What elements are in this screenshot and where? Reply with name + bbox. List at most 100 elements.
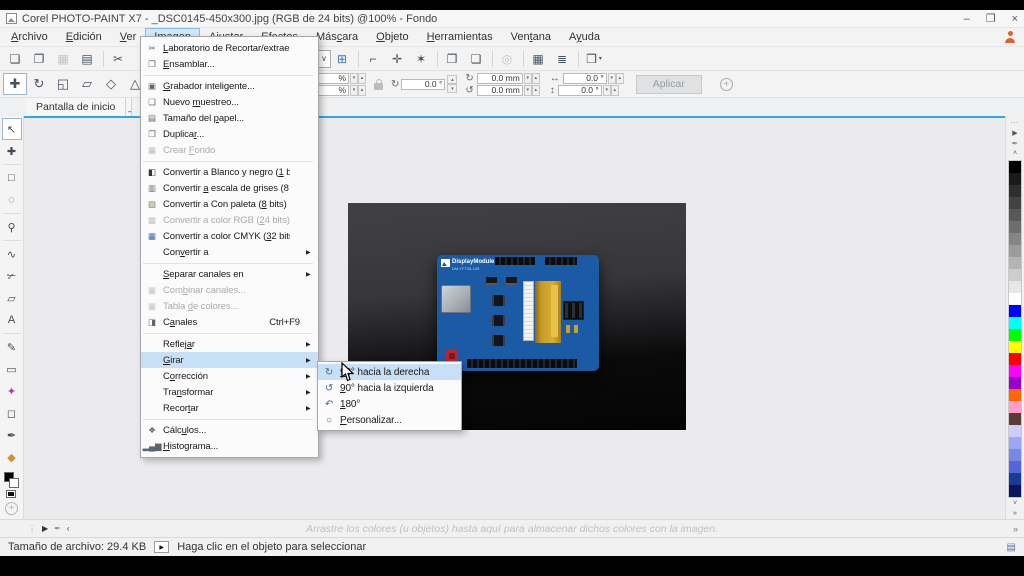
cut-icon[interactable]: ✂ [107,49,131,69]
toolbar-icon[interactable] [103,51,104,67]
menu-herramientas[interactable]: Herramientas [418,28,502,46]
girar-submenu-item[interactable]: ○ Personalizar... [318,412,461,428]
import-image-icon[interactable]: ❏ [465,49,489,69]
menu-ayuda[interactable]: Ayuda [560,28,609,46]
background-color-swatch[interactable] [9,478,19,488]
imagen-menu-item[interactable]: ▦ Convertir a color CMYK (32 bits) [141,228,318,244]
toolbox-tool[interactable] [3,213,21,214]
imagen-menu-item[interactable]: ◨ Canales Ctrl+F9 [141,314,318,330]
imagen-menu-item[interactable]: ❖ Cálculos... [141,422,318,438]
image-palette-more-icon[interactable]: » [1013,524,1018,534]
center-x-spinner[interactable]: ▾▴ [524,73,540,84]
imagen-menu-item[interactable]: ❒ Ensamblar... [141,56,318,72]
imagen-menu-item[interactable]: Reflejar ▶ [141,336,318,352]
palette-swatch[interactable] [1009,461,1021,473]
palette-swatch[interactable] [1009,221,1021,233]
new-document-icon[interactable]: ❏ [4,49,28,69]
document-tab[interactable]: Pantalla de inicio [26,98,126,116]
palette-swatch[interactable] [1009,425,1021,437]
palette-grip[interactable]: ⋯ [1011,117,1020,128]
imagen-menu-item[interactable]: ✂ Laboratorio de Recortar/extraer... [141,40,318,56]
toolbar-icon[interactable] [437,51,438,67]
imagen-menu-item[interactable]: ❏ Nuevo muestreo... [141,94,318,110]
palette-scroll-up[interactable]: ˄ [1013,149,1017,160]
skew-vertical-spinner[interactable]: ▾▴ [603,85,619,96]
palette-swatch[interactable] [1009,473,1021,485]
show-guides-icon[interactable]: ✛ [386,49,410,69]
palette-swatch[interactable] [1009,389,1021,401]
imagen-menu-item[interactable]: ▦ Combinar canales... [141,282,318,298]
magic-wand-icon[interactable]: ✶ [410,49,434,69]
zoom-100-icon[interactable]: ⊞ [331,49,355,69]
imagen-menu-item[interactable]: Girar ▶ [141,352,318,368]
palette-swatch[interactable] [1009,173,1021,185]
girar-submenu-item[interactable]: ↶ 180° [318,396,461,412]
palette-swatch[interactable] [1009,197,1021,209]
sign-in-icon[interactable] [1004,31,1016,43]
customize-toolbox-icon[interactable]: + [5,502,18,515]
skew-vertical-field[interactable]: 0.0 ° [558,85,602,96]
restore-button[interactable]: ❐ [986,11,996,27]
imagen-menu-item[interactable]: ▣ Grabador inteligente... [141,78,318,94]
palette-swatch[interactable] [1009,377,1021,389]
application-launcher-icon[interactable]: ❒▾ [582,49,606,69]
palette-swatch[interactable] [1009,365,1021,377]
imagen-menu-item[interactable]: Transformar ▶ [141,384,318,400]
eraser-tool[interactable]: ▱ [2,287,22,309]
distort-mode-icon[interactable]: ◇ [99,73,123,95]
rotate-angle-field[interactable]: 0.0 ° [401,79,445,90]
palette-swatch[interactable] [1009,269,1021,281]
minimize-button[interactable]: – [964,11,970,27]
image-sprayer-tool[interactable]: ✦ [2,380,22,402]
freehand-mask-tool[interactable]: ◌ [2,189,22,211]
rotate-angle-spinner[interactable]: ▴▾ [447,75,457,93]
imagen-menu-item[interactable]: ▤ Tamaño del papel... [141,110,318,126]
rectangle-tool[interactable]: ▭ [2,358,22,380]
imagen-menu-item[interactable]: ▦ Crear Fondo [141,142,318,158]
imagen-menu-item[interactable]: Recortar ▶ [141,400,318,416]
mask-transform-tool[interactable]: ✚ [2,140,22,162]
palette-eyedropper-icon[interactable]: ✒ [1012,138,1019,149]
menu-objeto[interactable]: Objeto [367,28,417,46]
pick-tool[interactable]: ↖ [2,118,22,140]
scale-height-spinner[interactable]: ▾▴ [350,85,366,96]
imagen-menu-item[interactable]: ▩ Convertir a color RGB (24 bits) [141,212,318,228]
print-icon[interactable]: ▤ [76,49,100,69]
zoom-tool[interactable]: ⚲ [2,216,22,238]
palette-scroll-down[interactable]: ˅ [1013,498,1017,509]
fill-tool[interactable]: ◆ [2,446,22,468]
center-x-field[interactable]: 0.0 mm [477,73,523,84]
menu-ventana[interactable]: Ventana [502,28,560,46]
palette-swatch[interactable] [1009,209,1021,221]
proof-settings-icon[interactable]: ▤ [1007,542,1016,553]
fill-color-swatch[interactable] [6,490,16,498]
save-icon[interactable]: ▦ [52,49,76,69]
export-image-icon[interactable]: ❐ [441,49,465,69]
eyedropper-tool[interactable]: ✒ [2,424,22,446]
rectangle-mask-tool[interactable]: □ [2,167,22,189]
sync-icon[interactable]: ◎ [496,49,520,69]
palette-swatch[interactable] [1009,329,1021,341]
toolbox-tool[interactable] [3,333,21,334]
palette-swatch[interactable] [1009,401,1021,413]
close-button[interactable]: × [1012,11,1018,27]
welcome-screen-icon[interactable]: ▦ [527,49,551,69]
toolbar-icon[interactable] [492,51,493,67]
document-tab[interactable]: _DSC0145-450x300.jpg [126,98,132,116]
palette-swatch[interactable] [1009,185,1021,197]
palette-swatch[interactable] [1009,245,1021,257]
toolbox-tool[interactable] [3,240,21,241]
girar-submenu-item[interactable]: ↻ 90° hacia la derecha [318,364,461,380]
palette-swatch[interactable] [1009,281,1021,293]
macro-manager-icon[interactable]: ≣ [551,49,575,69]
status-play-icon[interactable]: ▶ [154,541,169,553]
center-y-spinner[interactable]: ▾▴ [524,85,540,96]
palette-swatch[interactable] [1009,485,1021,497]
menu-edicion[interactable]: Edición [57,28,111,46]
shape-tool[interactable]: ◻ [2,402,22,424]
skew-horizontal-spinner[interactable]: ▾▴ [608,73,624,84]
skew-horizontal-field[interactable]: 0.0 ° [563,73,607,84]
palette-flyout-icon[interactable]: ▶ [1012,128,1017,139]
toolbar-icon[interactable] [578,51,579,67]
palette-swatch[interactable] [1009,437,1021,449]
